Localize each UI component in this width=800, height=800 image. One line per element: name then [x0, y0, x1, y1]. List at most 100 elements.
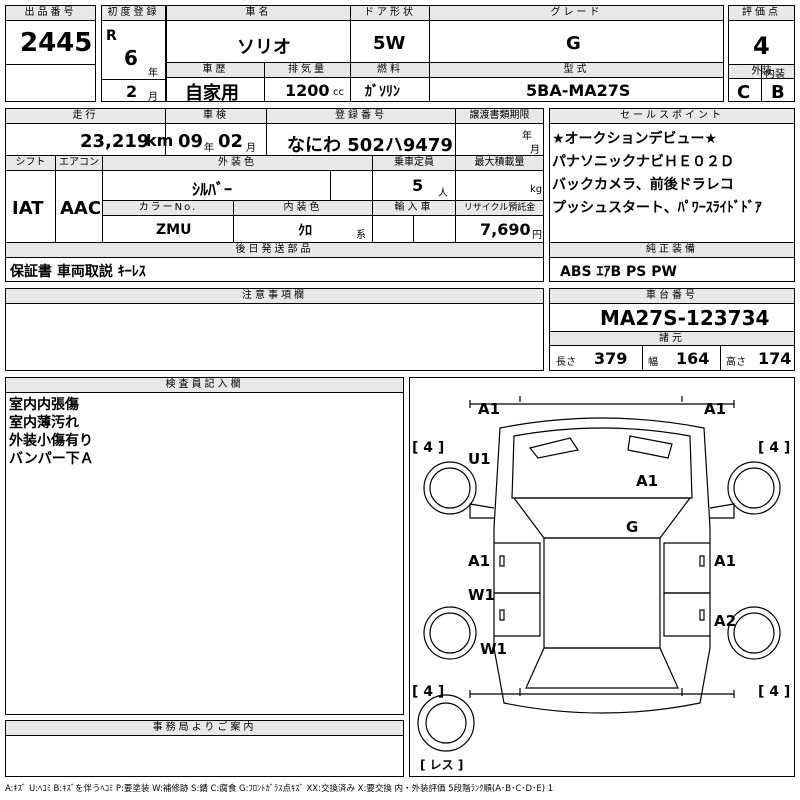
mark-left-rear-quarter: W1 — [480, 640, 507, 658]
inspector-box: 検査員記入欄 室内内張傷 室内薄汚れ 外装小傷有り バンパー下Ａ — [5, 377, 404, 715]
sales-line-3: バックカメラ、前後ドラレコ — [552, 177, 734, 193]
fuel: ｶﾞｿﾘﾝ — [365, 84, 400, 100]
tire-front-left: [ 4 ] — [412, 440, 445, 456]
ac: AAC — [60, 198, 102, 219]
sales-line-2: パナソニックナビＨＥ０２Ｄ — [552, 154, 734, 170]
mark-front-left: A1 — [478, 400, 501, 418]
spare-tire: [ レス ] — [420, 758, 464, 772]
grade-label: グレード — [430, 6, 723, 21]
capacity-label: 乗車定員 — [373, 156, 455, 171]
score: 4 — [753, 32, 770, 60]
mark-left-rear-door: W1 — [468, 586, 495, 604]
lot-box: 出品番号 2445 — [5, 5, 96, 102]
recycle-fee: 7,690 — [480, 220, 531, 239]
width-label: 幅 — [648, 357, 658, 368]
transfer-box: 譲渡書類期限 年 月 — [455, 108, 544, 156]
inspection-year-unit: 年 — [204, 143, 214, 154]
interior-color: ｸﾛ — [298, 223, 312, 239]
shift-label: シフト — [6, 156, 55, 171]
mark-left-front-door: A1 — [468, 552, 491, 570]
inspector-line-2: 室内薄汚れ — [9, 415, 79, 431]
height: 174 — [758, 349, 792, 368]
fuel-label: 燃料 — [351, 63, 429, 78]
office-label: 事務局よりご案内 — [6, 721, 403, 736]
notes-label: 注意事項欄 — [6, 289, 543, 304]
inspector-line-1: 室内内張傷 — [9, 397, 79, 413]
mark-front-right: A1 — [704, 400, 727, 418]
interior-color-unit: 系 — [356, 230, 366, 241]
tire-rear-right: [ 4 ] — [758, 684, 791, 700]
mileage: 23,219 — [80, 131, 150, 152]
model-label: 型式 — [430, 63, 723, 78]
sales-point-label: セールスポイント — [550, 109, 794, 124]
sales-line-4: プッシュスタート、ﾊﾟﾜｰｽﾗｲﾄﾞﾄﾞｱ — [552, 200, 762, 216]
sales-point-box: セールスポイント ★オークションデビュー★ パナソニックナビＨＥ０２Ｄ バックカ… — [549, 108, 795, 243]
shipping-box: 後日発送部品 保証書 車両取説 ｷｰﾚｽ — [5, 242, 544, 282]
inspection-box: 車検 09 年 02 月 — [165, 108, 267, 156]
transfer-label: 譲渡書類期限 — [456, 109, 543, 124]
car-name-label: 車名 — [167, 6, 350, 21]
height-label: 高さ — [726, 357, 746, 368]
recycle-label: リサイクル預託金 — [456, 201, 543, 216]
mark-hood: A1 — [636, 472, 659, 490]
tire-rear-left: [ 4 ] — [412, 684, 445, 700]
mark-roof-front: U1 — [468, 450, 491, 468]
grade-box: グレード G — [429, 5, 724, 63]
displacement-box: 排気量 1200 cc — [264, 62, 351, 102]
score-box: 評価点 4 外装 内装 C B — [728, 5, 795, 103]
transfer-month-unit: 月 — [530, 145, 540, 156]
registration-box: 登録番号 なにわ 502ハ9479 — [266, 108, 456, 156]
car-name-box: 車名 ソリオ — [166, 5, 351, 63]
mileage-box: 走行 23,219 km — [5, 108, 173, 156]
import-label: 輸入車 — [373, 201, 455, 216]
displacement-unit: cc — [333, 87, 344, 98]
transfer-year-unit: 年 — [522, 131, 532, 142]
door-box: ドア形状 5W — [350, 5, 430, 63]
length-label: 長さ — [556, 357, 576, 368]
inspection-month-unit: 月 — [246, 143, 256, 154]
reg-year: 6 — [124, 46, 138, 70]
door-label: ドア形状 — [351, 6, 429, 21]
length: 379 — [594, 349, 628, 368]
inspection-month: 02 — [218, 131, 244, 152]
color-no-label: カラーNo. — [103, 201, 233, 216]
car-name: ソリオ — [237, 37, 291, 58]
door-type: 5W — [373, 33, 406, 54]
damage-diagram: A1 A1 U1 A1 G A1 A1 W1 A2 W1 [ 4 ] [ 4 ]… — [409, 377, 795, 777]
shift: IAT — [12, 198, 44, 219]
spec-label: 諸元 — [550, 331, 794, 346]
registration-number: なにわ 502ハ9479 — [287, 135, 453, 156]
era: R — [106, 28, 117, 44]
equipment-label: 純正装備 — [550, 243, 794, 258]
recycle-unit: 円 — [532, 230, 542, 241]
notes-box: 注意事項欄 — [5, 288, 544, 371]
year-unit: 年 — [148, 68, 158, 79]
car-outline — [417, 396, 781, 752]
chassis-number: MA27S-123734 — [600, 306, 770, 330]
capacity-unit: 人 — [438, 188, 448, 199]
legend: A:ｷｽﾞ U:ﾍｺﾐ B:ｷｽﾞを伴うﾍｺﾐ P:要塗装 W:補修跡 S:錆 … — [5, 784, 554, 794]
spec-block: シフト エアコン IAT AAC 外装色 ｼﾙﾊﾞｰ 乗車定員 5 人 最大積載… — [5, 155, 544, 243]
history: 自家用 — [185, 83, 239, 104]
shipping-items: 保証書 車両取説 ｷｰﾚｽ — [10, 264, 146, 280]
ext-grade: C — [737, 82, 751, 103]
int-grade: B — [771, 82, 785, 103]
inspector-line-4: バンパー下Ａ — [9, 451, 94, 467]
chassis-label: 車台番号 — [550, 289, 794, 304]
office-box: 事務局よりご案内 — [5, 720, 404, 777]
first-registration-box: 初度登録 R 6 年 2 月 — [101, 5, 166, 103]
tire-front-right: [ 4 ] — [758, 440, 791, 456]
width: 164 — [676, 349, 710, 368]
history-box: 車歴 自家用 — [166, 62, 265, 104]
lot-label: 出品番号 — [6, 6, 95, 21]
displacement-label: 排気量 — [265, 63, 350, 78]
inspector-label: 検査員記入欄 — [6, 378, 403, 393]
grade: G — [566, 33, 581, 54]
shipping-label: 後日発送部品 — [6, 243, 543, 258]
mark-roof: G — [626, 518, 639, 536]
body-color: ｼﾙﾊﾞｰ — [192, 180, 233, 199]
max-load-label: 最大積載量 — [456, 156, 543, 171]
equipment-items: ABS ｴｱB PS PW — [560, 264, 677, 280]
color-no: ZMU — [156, 222, 192, 238]
inspector-line-3: 外装小傷有り — [9, 433, 93, 449]
